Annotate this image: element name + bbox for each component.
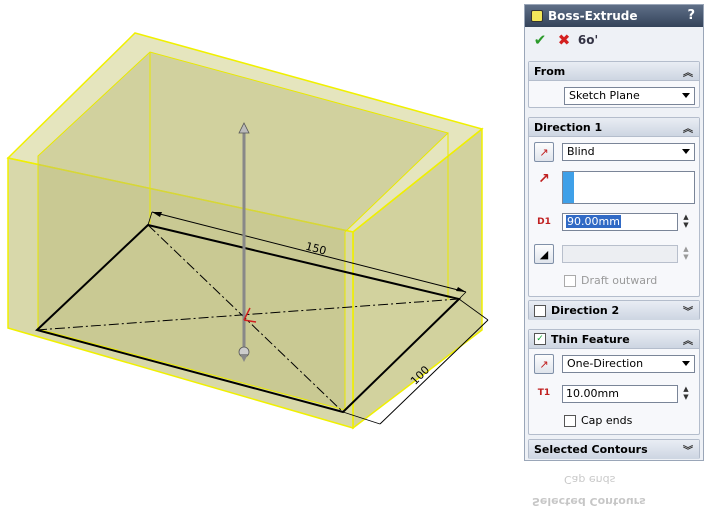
thickness-spinner[interactable]: ▲ ▼: [682, 385, 690, 403]
depth-spinner[interactable]: ▲ ▼: [682, 213, 690, 231]
draft-outward-option[interactable]: Draft outward: [564, 274, 657, 287]
from-group-header[interactable]: From ︽: [529, 62, 699, 81]
graphics-viewport[interactable]: 150 100: [0, 0, 520, 513]
depth-value: 90.00mm: [566, 215, 621, 228]
thin-type-select[interactable]: One-Direction: [562, 355, 695, 373]
from-label: From: [534, 64, 566, 78]
end-condition-select[interactable]: Blind: [562, 143, 695, 161]
boss-extrude-icon: [531, 10, 543, 22]
feature-title: Boss-Extrude: [548, 9, 638, 23]
thin-feature-group: ✓ Thin Feature ︽ ↗ One-Direction T1 10.0…: [528, 329, 700, 435]
extrude-preview-graphic: 150 100: [6, 32, 489, 430]
panel-reflection: Selected Contours Cap ends: [524, 462, 702, 512]
thin-type-value: One-Direction: [567, 357, 644, 370]
thin-reverse-direction-button[interactable]: ↗: [534, 354, 554, 374]
direction2-group-header[interactable]: Direction 2 ︾: [529, 301, 699, 320]
action-buttons: ✔ ✖ 6o': [525, 27, 703, 53]
draft-outward-checkbox[interactable]: [564, 274, 576, 287]
cap-ends-option[interactable]: Cap ends: [564, 414, 632, 427]
property-manager: Boss-Extrude ? ✔ ✖ 6o' From ︽ Sketch Pla…: [524, 4, 704, 461]
direction-vector-selection-box[interactable]: [562, 171, 695, 204]
cap-ends-checkbox[interactable]: [564, 414, 576, 427]
direction1-group: Direction 1 ︽ ↗ Blind ↗ D1 90.00mm ▲ ▼ ◢ …: [528, 117, 700, 297]
thin-feature-group-header[interactable]: ✓ Thin Feature ︽: [529, 330, 699, 349]
reflection-selected-contours: Selected Contours: [532, 495, 646, 508]
expand-chevron-icon[interactable]: ︾: [683, 442, 693, 457]
direction2-label: Direction 2: [551, 304, 620, 317]
direction2-checkbox[interactable]: [534, 304, 546, 317]
ok-button[interactable]: ✔: [531, 31, 549, 49]
selected-contours-group: Selected Contours ︾: [528, 439, 700, 459]
reflection-cap-ends: Cap ends: [564, 473, 616, 486]
selected-contours-group-header[interactable]: Selected Contours ︾: [529, 440, 699, 459]
thickness-value: 10.00mm: [566, 387, 619, 400]
draft-toggle-button[interactable]: ◢: [534, 244, 554, 264]
collapse-chevron-icon[interactable]: ︽: [683, 332, 693, 347]
direction1-label: Direction 1: [534, 120, 603, 134]
expand-chevron-icon[interactable]: ︾: [683, 303, 693, 318]
depth-input[interactable]: 90.00mm: [562, 213, 678, 231]
collapse-chevron-icon[interactable]: ︽: [683, 64, 693, 79]
from-group: From ︽ Sketch Plane: [528, 61, 700, 108]
reverse-direction-button[interactable]: ↗: [534, 142, 554, 162]
thin-feature-label: Thin Feature: [551, 332, 630, 346]
collapse-chevron-icon[interactable]: ︽: [683, 120, 693, 135]
property-manager-title-bar: Boss-Extrude ?: [525, 5, 703, 27]
dropdown-arrow-icon: [682, 361, 690, 366]
detailed-preview-button[interactable]: 6o': [578, 31, 598, 49]
dropdown-arrow-icon: [682, 93, 690, 98]
depth-icon: D1: [537, 217, 551, 227]
from-select[interactable]: Sketch Plane: [564, 87, 695, 105]
selected-contours-label: Selected Contours: [534, 443, 648, 456]
direction-vector-icon: ↗: [538, 171, 550, 187]
direction1-group-header[interactable]: Direction 1 ︽: [529, 118, 699, 137]
thin-feature-checkbox[interactable]: ✓: [534, 333, 546, 345]
draft-angle-input: [562, 245, 678, 263]
thickness-input[interactable]: 10.00mm: [562, 385, 678, 403]
from-value: Sketch Plane: [569, 89, 640, 102]
draft-outward-label: Draft outward: [581, 274, 658, 287]
end-condition-value: Blind: [567, 145, 595, 158]
dropdown-arrow-icon: [682, 149, 690, 154]
direction2-group: Direction 2 ︾: [528, 300, 700, 320]
cancel-button[interactable]: ✖: [555, 31, 573, 49]
cap-ends-label: Cap ends: [581, 414, 633, 427]
help-button[interactable]: ?: [687, 8, 695, 23]
thickness-icon: T1: [537, 388, 551, 398]
draft-spinner: ▲ ▼: [683, 245, 689, 261]
